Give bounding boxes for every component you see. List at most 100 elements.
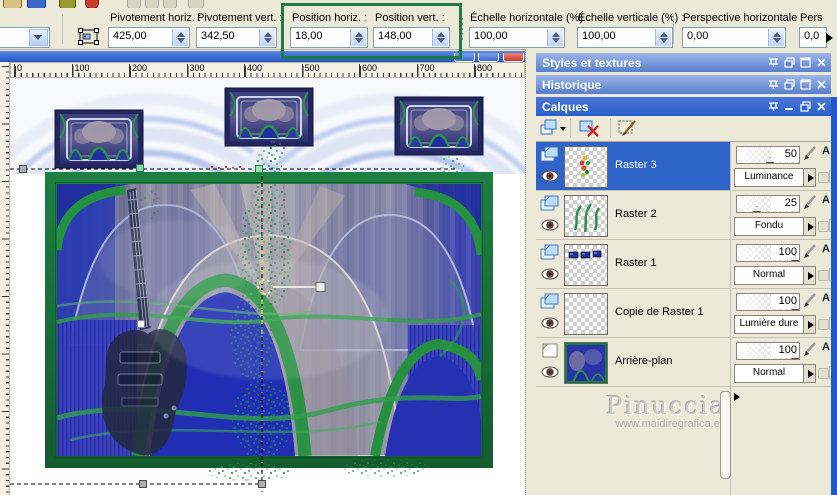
layer-controls-copie: 100 A Lumière dure: [732, 289, 837, 338]
visibility-eye-icon[interactable]: [541, 268, 559, 283]
deform-handle[interactable]: [137, 320, 145, 328]
brush-icon[interactable]: [802, 340, 820, 360]
layer-row-raster1[interactable]: Raster 1: [536, 240, 730, 289]
deform-handle[interactable]: [255, 165, 263, 173]
layer-name: Raster 2: [615, 208, 657, 220]
layers-toolbar: [536, 116, 831, 141]
app-window: Pivotement horiz. : 425,00 Pivotement ve…: [0, 0, 837, 495]
opacity-slider[interactable]: 25: [736, 195, 800, 213]
blend-mode-select[interactable]: Normal: [734, 364, 804, 383]
opacity-slider[interactable]: 100: [736, 293, 800, 311]
horizontal-ruler: 0 100 200 300 400 500 600 700 800: [10, 62, 525, 78]
layer-thumbnail[interactable]: [564, 342, 608, 384]
deform-handle[interactable]: [258, 480, 266, 488]
combo-dropdown-arrow-icon[interactable]: [29, 29, 48, 46]
visibility-eye-icon[interactable]: [541, 366, 559, 381]
blend-mode-arrow-icon[interactable]: [803, 266, 816, 285]
edit-selection-button[interactable]: [616, 117, 646, 140]
visibility-eye-icon[interactable]: [541, 219, 559, 234]
close-icon[interactable]: [815, 100, 828, 113]
panel-title: Historique: [542, 78, 602, 92]
spinner-buttons[interactable]: [259, 29, 275, 46]
layer-row-raster2[interactable]: Raster 2: [536, 191, 730, 240]
layer-row-copie[interactable]: Copie de Raster 1: [536, 289, 730, 338]
pin-icon[interactable]: [767, 56, 780, 69]
scale-horiz-field[interactable]: 100,00: [469, 27, 565, 48]
close-icon[interactable]: [815, 56, 828, 69]
pin-icon[interactable]: [767, 78, 780, 91]
layer-row-background[interactable]: Arrière-plan: [536, 338, 730, 387]
dock-edge: [525, 49, 536, 495]
blend-mode-arrow-icon[interactable]: [803, 364, 816, 383]
layer-row-raster3[interactable]: Raster 3: [536, 142, 730, 191]
spinner-buttons[interactable]: [172, 29, 188, 46]
layer-name: Arrière-plan: [615, 355, 673, 367]
blend-mode-arrow-icon[interactable]: [803, 315, 816, 334]
visibility-eye-icon[interactable]: [541, 170, 559, 185]
pane-splitter-handle[interactable]: [720, 391, 731, 479]
perspective-horiz-field[interactable]: 0,00: [682, 27, 786, 48]
watermark-site: www.maidiregrafica.eu: [615, 418, 726, 430]
blend-mode-select[interactable]: Fondu: [734, 217, 804, 236]
window-edge: [831, 97, 837, 495]
layer-thumbnail[interactable]: [564, 293, 608, 335]
auto-label: A: [822, 341, 830, 353]
opacity-slider[interactable]: 100: [736, 342, 800, 360]
layer-controls-raster1: 100 A Normal: [732, 240, 837, 289]
blend-mode-select[interactable]: Luminance: [734, 168, 804, 187]
layer-thumbnail[interactable]: [564, 146, 608, 188]
pivot-vert-field[interactable]: 342,50: [196, 27, 277, 48]
panel-title: Calques: [542, 100, 589, 114]
close-button[interactable]: [503, 53, 524, 62]
close-icon[interactable]: [815, 78, 828, 91]
deform-handle[interactable]: [139, 480, 147, 488]
mini-frame-3: [393, 95, 485, 157]
splitter-arrow-icon[interactable]: [734, 393, 740, 401]
restore-icon[interactable]: [799, 100, 812, 113]
maximize-icon[interactable]: [799, 78, 812, 91]
brush-icon[interactable]: [802, 193, 820, 213]
opacity-slider[interactable]: 50: [736, 146, 800, 164]
opacity-slider-marker[interactable]: [753, 206, 761, 212]
brush-icon[interactable]: [802, 242, 820, 262]
layer-thumbnail[interactable]: [564, 244, 608, 286]
opacity-slider[interactable]: 100: [736, 244, 800, 262]
canvas-artwork: [10, 78, 525, 495]
brush-icon[interactable]: [802, 144, 820, 164]
deform-handle[interactable]: [19, 165, 27, 173]
deform-handle[interactable]: [136, 164, 144, 172]
canvas[interactable]: [10, 78, 525, 495]
restore-icon[interactable]: [783, 56, 796, 69]
auto-label: A: [822, 145, 830, 157]
spinner-buttons[interactable]: [547, 29, 563, 46]
blend-mode-select[interactable]: Normal: [734, 266, 804, 285]
field-label: Pivotement vert. :: [197, 12, 283, 24]
raster-layer-icon: [540, 293, 562, 313]
brush-icon[interactable]: [802, 291, 820, 311]
visibility-eye-icon[interactable]: [541, 317, 559, 332]
perspective-vert-field[interactable]: 0,0: [799, 27, 827, 48]
blend-mode-arrow-icon[interactable]: [803, 217, 816, 236]
layer-thumbnail[interactable]: [564, 195, 608, 237]
link-icon: [818, 270, 829, 281]
restore-icon[interactable]: [783, 78, 796, 91]
link-icon: [818, 172, 829, 183]
delete-layer-button[interactable]: [576, 117, 606, 140]
minimize-icon[interactable]: [783, 100, 796, 113]
spinner-buttons[interactable]: [655, 29, 671, 46]
maximize-icon[interactable]: [799, 56, 812, 69]
scale-vert-field[interactable]: 100,00: [577, 27, 673, 48]
blend-mode-arrow-icon[interactable]: [803, 168, 816, 187]
blend-mode-select[interactable]: Lumière dure: [734, 315, 804, 334]
preset-combo[interactable]: [0, 27, 50, 48]
spinner-buttons[interactable]: [768, 29, 784, 46]
maximize-button[interactable]: [478, 53, 499, 62]
right-panel-column: Styles et textures Historique Calques Ra…: [536, 49, 837, 495]
pin-icon[interactable]: [767, 100, 780, 113]
toolbar-separator: [673, 14, 675, 44]
new-layer-button[interactable]: [538, 117, 568, 140]
pivot-horiz-field[interactable]: 425,00: [108, 27, 190, 48]
toolbar-overflow-arrow[interactable]: [826, 33, 833, 43]
link-icon: [818, 319, 829, 330]
toolbar-separator: [62, 14, 64, 44]
